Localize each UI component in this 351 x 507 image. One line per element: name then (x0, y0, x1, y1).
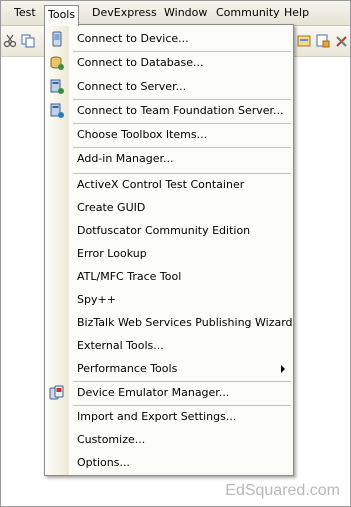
menu-item-label: Add-in Manager... (77, 152, 174, 165)
menu-item-label: Device Emulator Manager... (77, 386, 230, 399)
copy-icon[interactable] (21, 34, 35, 48)
menu-item-atl-mfc-trace-tool[interactable]: ATL/MFC Trace Tool (45, 266, 293, 288)
menu-item-customize[interactable]: Customize... (45, 429, 293, 451)
menu-item-add-in-manager[interactable]: Add-in Manager... (45, 148, 293, 170)
menu-item-dotfuscator[interactable]: Dotfuscator Community Edition (45, 220, 293, 242)
menu-item-label: Customize... (77, 433, 146, 446)
menu-tools[interactable]: Tools (44, 5, 80, 26)
server-icon (50, 79, 64, 94)
cut-icon[interactable] (3, 34, 17, 48)
menu-item-label: ActiveX Control Test Container (77, 178, 245, 191)
menu-item-label: External Tools... (77, 339, 164, 352)
menu-item-import-export-settings[interactable]: Import and Export Settings... (45, 406, 293, 428)
menu-item-label: Connect to Server... (77, 80, 187, 93)
menu-item-label: Connect to Device... (77, 32, 189, 45)
device-icon (52, 31, 62, 47)
menu-item-connect-to-team-foundation-server[interactable]: Connect to Team Foundation Server... (45, 100, 293, 122)
tools-dropdown-menu: Connect to Device... Connect to Database… (44, 24, 294, 476)
emulator-icon (49, 385, 64, 400)
object-browser-icon[interactable] (316, 34, 330, 48)
menu-item-biztalk-web-services-wizard[interactable]: BizTalk Web Services Publishing Wizard (45, 312, 293, 334)
menu-item-label: Performance Tools (77, 362, 178, 375)
menu-item-error-lookup[interactable]: Error Lookup (45, 243, 293, 265)
properties-icon[interactable] (297, 34, 311, 48)
menu-item-external-tools[interactable]: External Tools... (45, 335, 293, 357)
menu-item-label: BizTalk Web Services Publishing Wizard (77, 316, 293, 329)
menu-item-connect-to-server[interactable]: Connect to Server... (45, 76, 293, 98)
menu-bar: Test Tools DevExpress Window Community H… (1, 1, 350, 26)
menu-item-label: Import and Export Settings... (77, 410, 237, 423)
menu-help[interactable]: Help (281, 4, 312, 22)
menu-item-activex-control-test-container[interactable]: ActiveX Control Test Container (45, 174, 293, 196)
app-window: Test Tools DevExpress Window Community H… (0, 0, 351, 507)
menu-test[interactable]: Test (11, 4, 39, 22)
menu-item-performance-tools[interactable]: Performance Tools (45, 358, 293, 380)
menu-item-label: Spy++ (77, 293, 116, 306)
menu-item-label: Choose Toolbox Items... (77, 128, 208, 141)
menu-item-choose-toolbox-items[interactable]: Choose Toolbox Items... (45, 124, 293, 146)
watermark: EdSquared.com (225, 482, 340, 499)
menu-window[interactable]: Window (161, 4, 210, 22)
menu-item-connect-to-database[interactable]: Connect to Database... (45, 52, 293, 74)
menu-item-spy-plus-plus[interactable]: Spy++ (45, 289, 293, 311)
submenu-arrow-icon (281, 365, 285, 373)
menu-devexpress[interactable]: DevExpress (89, 4, 160, 22)
menu-item-label: Connect to Database... (77, 56, 204, 69)
menu-item-label: Dotfuscator Community Edition (77, 224, 251, 237)
menu-item-label: ATL/MFC Trace Tool (77, 270, 182, 283)
menu-item-device-emulator-manager[interactable]: Device Emulator Manager... (45, 382, 293, 404)
tools-icon[interactable] (335, 34, 349, 48)
menu-item-label: Create GUID (77, 201, 146, 214)
menu-item-label: Error Lookup (77, 247, 147, 260)
menu-item-label: Options... (77, 456, 130, 469)
menu-community[interactable]: Community (213, 4, 283, 22)
menu-item-connect-to-device[interactable]: Connect to Device... (45, 28, 293, 50)
database-icon (50, 56, 64, 70)
menu-item-create-guid[interactable]: Create GUID (45, 197, 293, 219)
menu-item-options[interactable]: Options... (45, 452, 293, 474)
team-server-icon (50, 103, 64, 118)
menu-item-label: Connect to Team Foundation Server... (77, 104, 284, 117)
